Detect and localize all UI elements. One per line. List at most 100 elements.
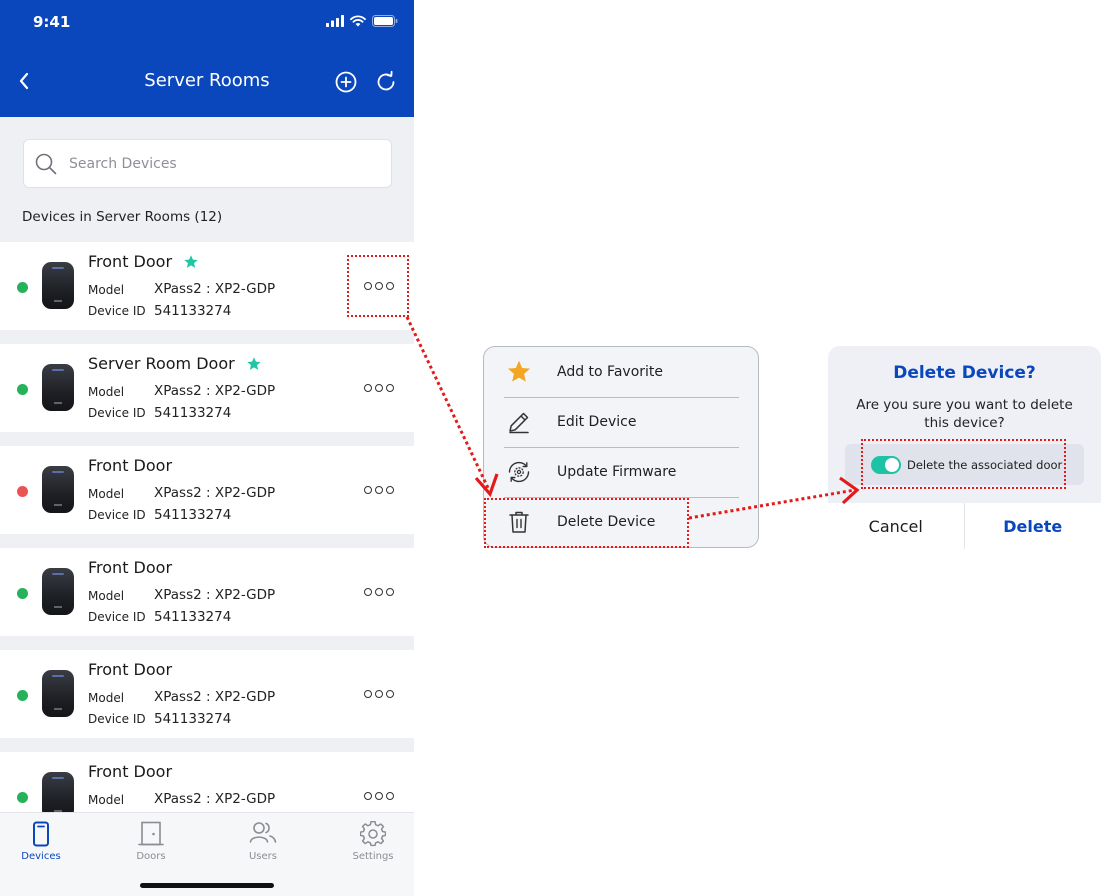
device-thumbnail bbox=[42, 670, 74, 717]
device-name: Front Door bbox=[88, 660, 173, 679]
status-dot-online bbox=[17, 282, 28, 293]
device-id-label: Device ID bbox=[88, 406, 146, 420]
device-id-label: Device ID bbox=[88, 712, 146, 726]
model-value: XPass2 : XP2-GDP bbox=[154, 791, 276, 807]
device-name-wrap: Front Door bbox=[88, 252, 199, 271]
favorite-star-icon bbox=[246, 356, 262, 372]
model-label: Model bbox=[88, 385, 125, 399]
tab-devices[interactable]: Devices bbox=[1, 821, 81, 862]
more-options-button[interactable] bbox=[360, 482, 398, 498]
device-row[interactable]: Server Room Door Model XPass2 : XP2-GDP … bbox=[0, 344, 414, 432]
status-icons bbox=[326, 15, 398, 27]
more-dot-icon bbox=[386, 588, 394, 596]
device-name: Front Door bbox=[88, 456, 173, 475]
device-row[interactable]: Front Door Model XPass2 : XP2-GDP Device… bbox=[0, 548, 414, 636]
status-dot-online bbox=[17, 690, 28, 701]
device-id-label: Device ID bbox=[88, 304, 146, 318]
model-value: XPass2 : XP2-GDP bbox=[154, 383, 276, 399]
home-indicator bbox=[140, 883, 274, 888]
status-dot-online bbox=[17, 792, 28, 803]
tab-label: Users bbox=[248, 851, 277, 862]
highlight-delete-device bbox=[484, 498, 689, 548]
device-id-value: 541133274 bbox=[154, 609, 232, 625]
device-thumbnail bbox=[42, 466, 74, 513]
device-row[interactable]: Front Door Model XPass2 : XP2-GDP Device… bbox=[0, 650, 414, 738]
device-id-value: 541133274 bbox=[154, 507, 232, 523]
signal-icon bbox=[326, 15, 344, 27]
device-thumbnail bbox=[42, 262, 74, 309]
users-icon bbox=[249, 822, 277, 843]
status-dot-online bbox=[17, 588, 28, 599]
highlight-more-options bbox=[347, 255, 409, 317]
battery-icon bbox=[372, 15, 398, 27]
more-dot-icon bbox=[364, 384, 372, 392]
more-options-button[interactable] bbox=[360, 788, 398, 804]
device-id-label: Device ID bbox=[88, 610, 146, 624]
door-icon bbox=[138, 821, 164, 846]
model-value: XPass2 : XP2-GDP bbox=[154, 689, 276, 705]
device-id-value: 541133274 bbox=[154, 405, 232, 421]
more-options-button[interactable] bbox=[360, 686, 398, 702]
tab-settings[interactable]: Settings bbox=[333, 821, 413, 862]
device-name: Server Room Door bbox=[88, 354, 235, 373]
device-name-wrap: Front Door bbox=[88, 660, 172, 679]
search-icon bbox=[35, 153, 57, 174]
refresh-button[interactable] bbox=[374, 70, 398, 94]
tab-users[interactable]: Users bbox=[223, 821, 303, 862]
device-count-label: Devices in Server Rooms (12) bbox=[22, 209, 223, 225]
more-dot-icon bbox=[386, 384, 394, 392]
device-name-wrap: Front Door bbox=[88, 456, 172, 475]
device-thumbnail bbox=[42, 364, 74, 411]
device-id-value: 541133274 bbox=[154, 303, 232, 319]
device-name-wrap: Server Room Door bbox=[88, 354, 262, 373]
more-options-button[interactable] bbox=[360, 380, 398, 396]
status-dot-offline bbox=[17, 486, 28, 497]
model-value: XPass2 : XP2-GDP bbox=[154, 281, 276, 297]
tab-label: Settings bbox=[352, 851, 394, 862]
model-label: Model bbox=[88, 793, 125, 807]
highlight-delete-door-option bbox=[861, 439, 1066, 489]
phone-screen: 9:41 Server Rooms Search Devices Devices… bbox=[0, 0, 414, 896]
dialog-buttons: Cancel Delete bbox=[828, 503, 1101, 549]
menu-item-label: Add to Favorite bbox=[557, 364, 664, 380]
tab-label: Doors bbox=[136, 851, 166, 862]
app-header: 9:41 Server Rooms bbox=[0, 0, 414, 117]
more-dot-icon bbox=[386, 792, 394, 800]
more-dot-icon bbox=[386, 690, 394, 698]
search-input[interactable] bbox=[69, 155, 349, 172]
menu-edit-device[interactable]: Edit Device bbox=[504, 397, 739, 447]
more-dot-icon bbox=[375, 588, 383, 596]
menu-update-firmware[interactable]: Update Firmware bbox=[504, 447, 739, 497]
device-name: Front Door bbox=[88, 558, 173, 577]
model-label: Model bbox=[88, 589, 125, 603]
menu-item-label: Edit Device bbox=[557, 414, 637, 430]
more-options-button[interactable] bbox=[360, 584, 398, 600]
model-label: Model bbox=[88, 487, 125, 501]
device-icon bbox=[33, 821, 49, 847]
menu-add-to-favorite[interactable]: Add to Favorite bbox=[504, 347, 739, 397]
firmware-update-icon bbox=[508, 461, 530, 483]
device-row[interactable]: Front Door Model XPass2 : XP2-GDP Device… bbox=[0, 446, 414, 534]
device-thumbnail bbox=[42, 568, 74, 615]
pencil-icon bbox=[509, 412, 529, 434]
status-dot-online bbox=[17, 384, 28, 395]
more-dot-icon bbox=[375, 384, 383, 392]
more-dot-icon bbox=[364, 792, 372, 800]
device-id-label: Device ID bbox=[88, 508, 146, 522]
more-dot-icon bbox=[364, 690, 372, 698]
cancel-button[interactable]: Cancel bbox=[828, 503, 965, 549]
tab-doors[interactable]: Doors bbox=[111, 821, 191, 862]
star-icon bbox=[507, 360, 531, 382]
status-time: 9:41 bbox=[33, 13, 71, 31]
model-value: XPass2 : XP2-GDP bbox=[154, 587, 276, 603]
delete-button[interactable]: Delete bbox=[965, 503, 1102, 549]
more-dot-icon bbox=[364, 588, 372, 596]
model-label: Model bbox=[88, 283, 125, 297]
model-label: Model bbox=[88, 691, 125, 705]
model-value: XPass2 : XP2-GDP bbox=[154, 485, 276, 501]
tab-label: Devices bbox=[21, 851, 61, 862]
add-device-button[interactable] bbox=[334, 70, 358, 94]
dialog-message: Are you sure you want to delete this dev… bbox=[856, 397, 1073, 431]
device-name: Front Door bbox=[88, 252, 173, 271]
search-box bbox=[23, 139, 392, 188]
